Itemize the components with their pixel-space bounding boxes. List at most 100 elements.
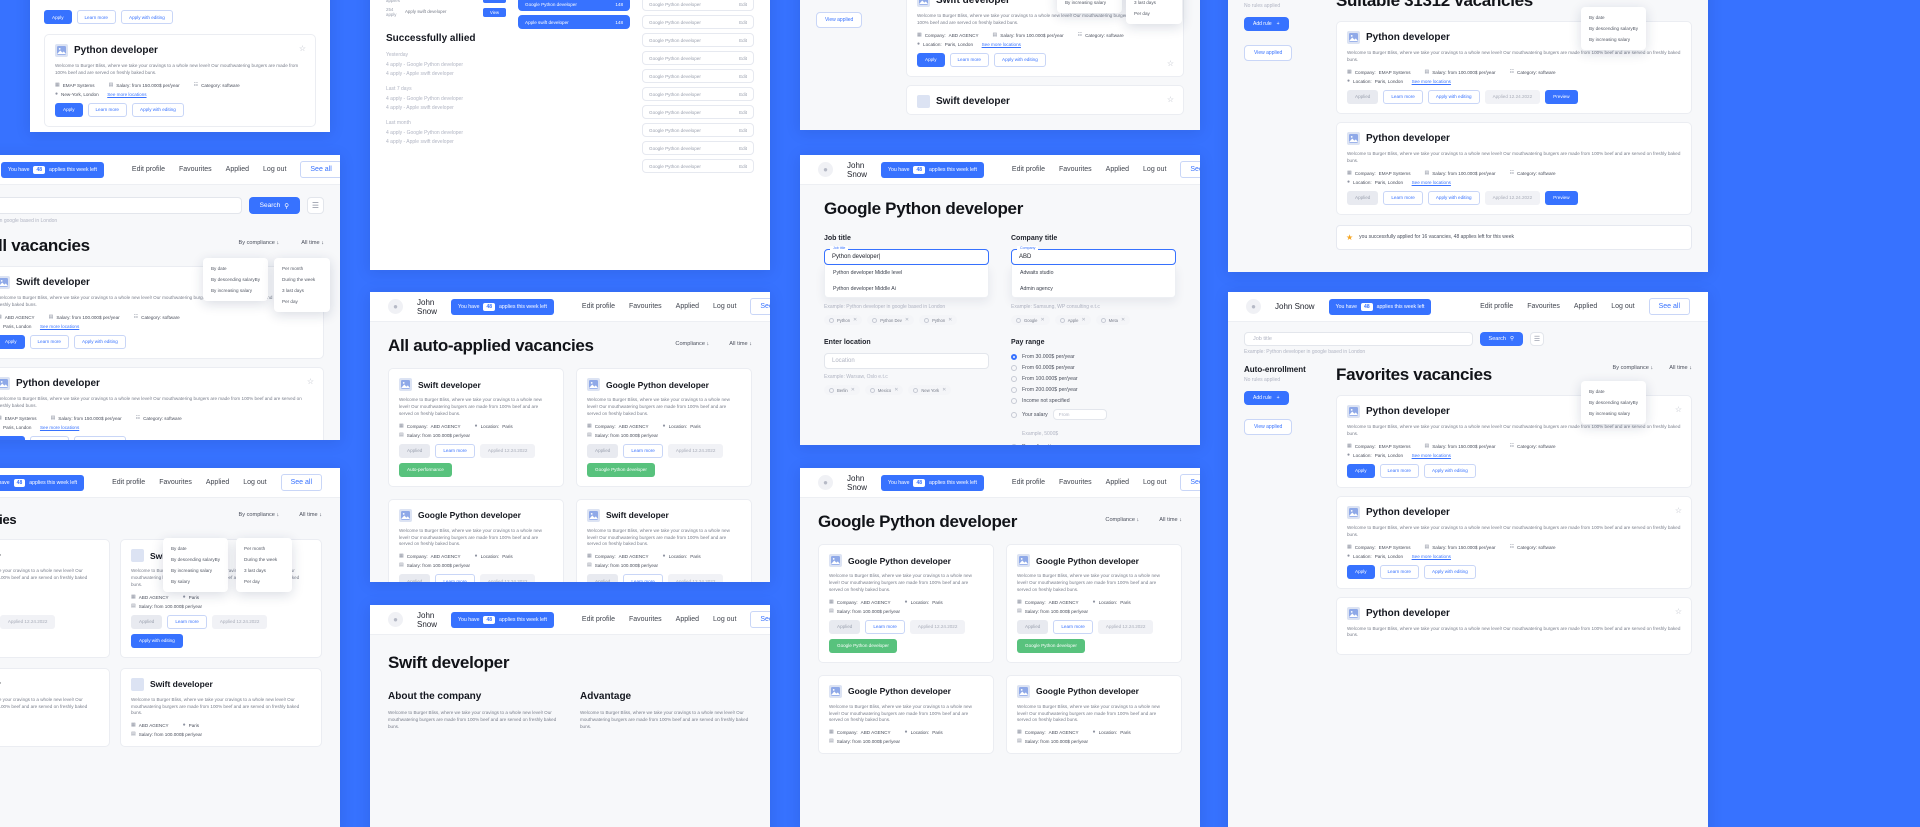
close-icon[interactable]: ✕: [942, 387, 946, 393]
see-more-locations-link[interactable]: See more locations: [1412, 554, 1451, 559]
sort-by-time[interactable]: All time ↓: [729, 341, 752, 347]
radio-icon[interactable]: [1011, 376, 1017, 382]
dropdown-item[interactable]: Per day: [236, 576, 292, 587]
suggestion-item[interactable]: Python developer Middle level: [825, 265, 988, 281]
star-icon[interactable]: ☆: [307, 377, 314, 386]
apply-with-editing-button[interactable]: Apply with editing: [121, 10, 173, 24]
nav-log-out[interactable]: Log out: [1143, 479, 1166, 486]
apply-with-editing-button[interactable]: Apply with editing: [1424, 564, 1476, 579]
apply-button[interactable]: Apply: [917, 52, 945, 67]
nav-applied[interactable]: Applied: [206, 479, 229, 486]
search-input[interactable]: Job title: [1244, 332, 1473, 346]
archive-rule-row[interactable]: Google Python developer Edit: [642, 123, 754, 137]
see-all-button[interactable]: See all: [1648, 298, 1690, 315]
star-icon[interactable]: ☆: [1167, 59, 1174, 68]
vacancy-card[interactable]: Google Python developer Welcome to Burge…: [818, 544, 994, 663]
dropdown-item[interactable]: By increasing salary: [163, 565, 228, 576]
dropdown-item[interactable]: By increasing salary: [1581, 408, 1646, 419]
see-more-locations-link[interactable]: See more locations: [1412, 180, 1451, 185]
pay-option[interactable]: From 200.000$ per/year: [1011, 387, 1176, 393]
learn-more-button[interactable]: Learn more: [865, 619, 905, 634]
see-more-locations-link[interactable]: See more locations: [982, 42, 1021, 47]
learn-more-button[interactable]: Learn more: [435, 443, 475, 458]
view-applied-button[interactable]: View applied: [1244, 45, 1293, 61]
nav-applied[interactable]: Applied: [676, 616, 699, 623]
archive-rule-row[interactable]: Google Python developer Edit: [642, 159, 754, 173]
close-icon[interactable]: ✕: [1041, 317, 1045, 323]
see-all-button[interactable]: See all: [1180, 474, 1200, 491]
see-all-button[interactable]: See all: [1180, 161, 1200, 178]
chip[interactable]: Python Dev ✕: [867, 315, 915, 325]
compliance-dropdown[interactable]: By date By descending salaryBy By increa…: [1056, 0, 1122, 13]
star-icon[interactable]: ☆: [1167, 95, 1174, 104]
time-dropdown[interactable]: Per month During the week 3 last days Pe…: [274, 258, 330, 312]
apply-with-editing-button[interactable]: Apply with editing: [131, 633, 183, 648]
chip[interactable]: New York ✕: [908, 385, 952, 395]
nav-favourites[interactable]: Favourites: [1059, 166, 1092, 173]
nav-log-out[interactable]: Log out: [243, 479, 266, 486]
apply-button[interactable]: Apply: [0, 334, 25, 349]
close-icon[interactable]: ✕: [1081, 317, 1085, 323]
dropdown-item[interactable]: By increasing salary: [1057, 0, 1122, 8]
vacancy-card[interactable]: Swift developer Welcome to Burger Bliss,…: [388, 368, 564, 487]
chip[interactable]: Python ✕: [824, 315, 863, 325]
job-title-input[interactable]: Python developer|: [824, 249, 989, 265]
dropdown-item[interactable]: By date: [203, 263, 268, 274]
nav-log-out[interactable]: Log out: [1143, 166, 1166, 173]
dropdown-item[interactable]: By salary: [163, 576, 228, 587]
vacancy-card[interactable]: ☆ Python developer Welcome to Burger Bli…: [44, 34, 316, 127]
suggestion-item[interactable]: Python developer Middle Ai: [825, 281, 988, 297]
learn-more-button[interactable]: Learn more: [623, 574, 663, 582]
apply-with-editing-button[interactable]: Apply with editing: [1427, 190, 1480, 205]
learn-more-button[interactable]: Learn more: [167, 614, 207, 629]
apply-button[interactable]: Apply: [44, 10, 72, 24]
archive-rule-row[interactable]: Google Python developer Edit: [642, 105, 754, 119]
see-more-locations-link[interactable]: See more locations: [107, 92, 146, 97]
see-more-locations-link[interactable]: See more locations: [40, 425, 79, 430]
apply-with-editing-button[interactable]: Apply with editing: [1427, 89, 1480, 104]
nav-edit-profile[interactable]: Edit profile: [1012, 479, 1045, 486]
close-icon[interactable]: ✕: [1121, 317, 1125, 323]
dropdown-item[interactable]: By date: [1581, 12, 1646, 23]
view-applied-button[interactable]: View applied: [816, 12, 863, 28]
nav-favourites[interactable]: Favourites: [179, 166, 212, 173]
dropdown-item[interactable]: By descending salaryBy: [1581, 397, 1646, 408]
close-icon[interactable]: ✕: [853, 317, 857, 323]
pay-option[interactable]: Your salary From: [1011, 409, 1176, 420]
dropdown-item[interactable]: By date: [163, 543, 228, 554]
apply-button[interactable]: Apply: [0, 435, 25, 440]
dropdown-item[interactable]: By date: [1581, 386, 1646, 397]
radio-icon[interactable]: [1011, 444, 1017, 445]
nav-edit-profile[interactable]: Edit profile: [112, 479, 145, 486]
learn-more-button[interactable]: Learn more: [1383, 89, 1423, 104]
archive-rule-row[interactable]: Google Python developer Edit: [642, 15, 754, 29]
dropdown-item[interactable]: 3 last days: [236, 565, 292, 576]
archive-rule-row[interactable]: Google Python developer Edit: [642, 51, 754, 65]
star-icon[interactable]: ☆: [1675, 506, 1682, 515]
star-icon[interactable]: ☆: [1675, 607, 1682, 616]
chip[interactable]: Mexico ✕: [864, 385, 904, 395]
vacancy-card[interactable]: Swift developer Welcome to Burger Bliss,…: [120, 667, 322, 748]
add-rule-button[interactable]: Add rule +: [1244, 17, 1289, 31]
see-all-button[interactable]: See all: [750, 298, 770, 315]
sort-by-time[interactable]: All time ↓: [299, 512, 322, 518]
close-icon[interactable]: ✕: [894, 387, 898, 393]
sort-by-time[interactable]: All time ↓: [301, 240, 324, 246]
dropdown-item[interactable]: Per month: [236, 543, 292, 554]
see-all-button[interactable]: See all: [280, 474, 322, 491]
active-rule-row[interactable]: Apple swift developer 148: [518, 15, 630, 29]
archive-rule-row[interactable]: Google Python developer Edit: [642, 87, 754, 101]
active-rule-row[interactable]: Google Python developer 148: [518, 0, 630, 11]
close-icon[interactable]: ✕: [851, 387, 855, 393]
compliance-dropdown[interactable]: By date By descending salaryBy By increa…: [202, 258, 268, 301]
dropdown-item[interactable]: By increasing salary: [203, 285, 268, 296]
suggestion-item[interactable]: Admin agency: [1012, 281, 1175, 297]
chip[interactable]: Python ✕: [919, 315, 958, 325]
preview-button[interactable]: Preview: [1545, 190, 1578, 205]
chip[interactable]: Berlin ✕: [824, 385, 860, 395]
dropdown-item[interactable]: During the week: [274, 274, 330, 285]
apply-button[interactable]: Apply: [1347, 564, 1375, 579]
vacancy-card[interactable]: Swift developer Welcome to Burger Bliss,…: [0, 539, 110, 658]
filter-icon[interactable]: ☰: [1530, 332, 1544, 346]
view-button[interactable]: View: [482, 0, 506, 3]
